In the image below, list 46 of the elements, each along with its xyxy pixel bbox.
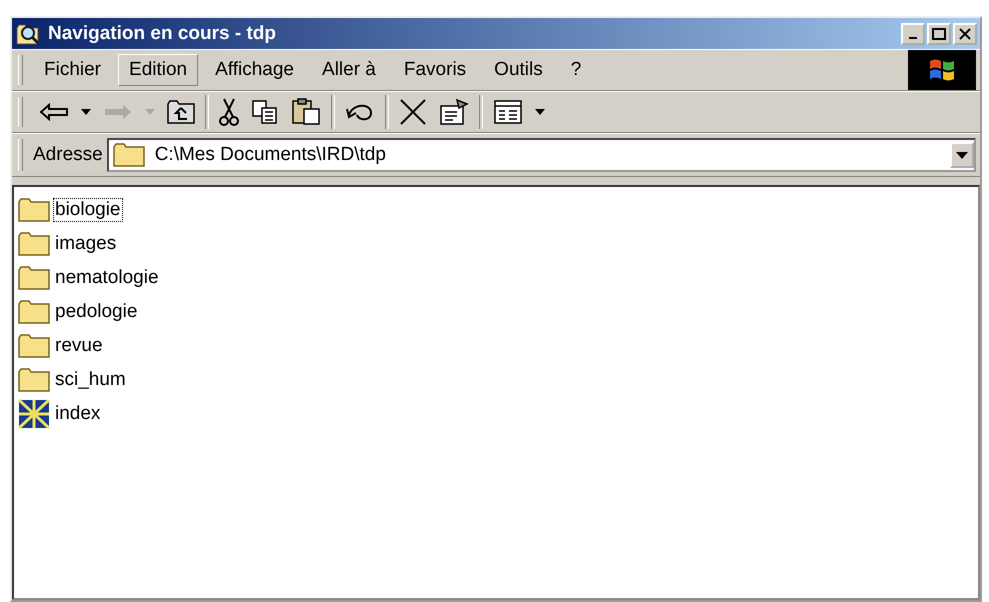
windows-logo [908, 50, 976, 90]
menu-item[interactable]: ? [560, 54, 592, 86]
menu-item[interactable]: Edition [118, 54, 198, 86]
folder-icon [18, 198, 50, 222]
close-button[interactable] [953, 22, 977, 44]
menu-item[interactable]: Fichier [33, 54, 112, 86]
close-icon [959, 28, 971, 40]
menu-item[interactable]: Favoris [392, 54, 478, 86]
scissors-icon[interactable] [219, 98, 239, 126]
magnifier-folder-icon [16, 22, 42, 46]
file-name[interactable]: images [53, 232, 118, 256]
menu-item[interactable]: Aller à [311, 54, 387, 86]
folder-icon [18, 232, 50, 256]
caret-icon[interactable] [81, 109, 91, 115]
delete-icon[interactable] [399, 98, 427, 126]
folder-icon [18, 300, 50, 324]
back-arrow-icon[interactable] [39, 102, 69, 122]
menu-item[interactable]: Affichage [204, 54, 306, 86]
web-page-icon [18, 399, 50, 429]
file-name[interactable]: nematologie [53, 266, 161, 290]
up-folder-icon[interactable] [167, 100, 195, 124]
caret-icon[interactable] [535, 109, 545, 115]
folder-icon [18, 266, 50, 290]
folder-icon [18, 368, 50, 392]
file-name[interactable]: pedologie [53, 300, 140, 324]
file-name[interactable]: sci_hum [53, 368, 128, 392]
window-title: Navigation en cours - tdp [48, 22, 278, 44]
folder-icon [18, 334, 50, 358]
minimize-icon [909, 36, 917, 38]
address-field[interactable]: C:\Mes Documents\IRD\tdp [106, 138, 976, 172]
file-name[interactable]: biologie [53, 198, 122, 222]
file-name[interactable]: index [53, 402, 102, 426]
caret-icon [956, 152, 968, 158]
maximize-button[interactable] [927, 22, 951, 44]
paste-icon[interactable] [291, 98, 321, 126]
menu-item[interactable]: Outils [483, 54, 554, 86]
properties-icon[interactable] [439, 98, 469, 126]
address-label: Adresse [33, 144, 103, 166]
file-name[interactable]: revue [53, 334, 105, 358]
address-input[interactable]: C:\Mes Documents\IRD\tdp [152, 143, 950, 167]
views-icon[interactable] [493, 99, 523, 125]
dropdown-button[interactable] [950, 142, 974, 168]
maximize-icon [932, 28, 946, 40]
minimize-button[interactable] [901, 22, 925, 44]
copy-icon[interactable] [251, 99, 279, 125]
folder-icon [112, 143, 145, 167]
